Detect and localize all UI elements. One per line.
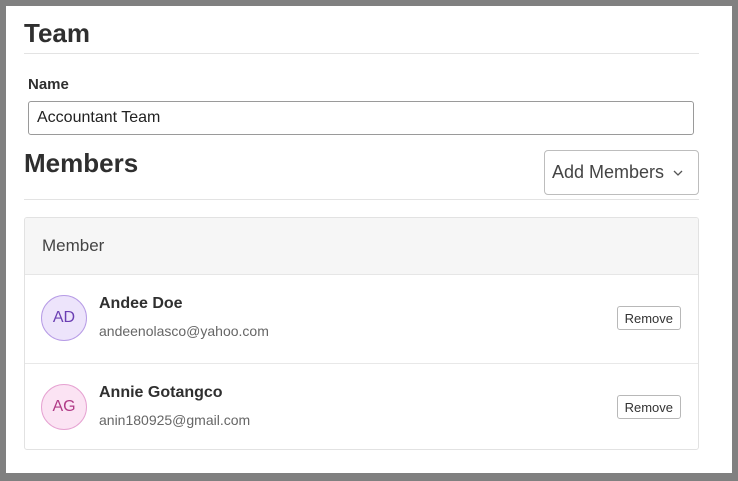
avatar: AG [41, 384, 87, 430]
avatar-initials: AD [52, 309, 76, 326]
avatar: AD [41, 295, 87, 341]
members-table: Member AD Andee Doe andeenolasco@yahoo.c… [24, 217, 699, 450]
member-name: Andee Doe [99, 295, 183, 312]
member-email: anin180925@gmail.com [99, 412, 251, 428]
divider [24, 199, 699, 200]
table-row: AG Annie Gotangco anin180925@gmail.com R… [25, 364, 698, 449]
table-row: AD Andee Doe andeenolasco@yahoo.com Remo… [25, 275, 698, 364]
members-heading: Members [24, 148, 139, 178]
remove-member-button[interactable]: Remove [616, 395, 681, 419]
avatar-initials: AG [52, 398, 76, 415]
team-form-panel: Team Name Members Add Members Member AD … [6, 6, 732, 473]
team-heading: Team [24, 18, 90, 48]
add-members-button[interactable]: Add Members [544, 150, 699, 195]
add-members-label: Add Members [552, 162, 665, 182]
chevron-down-icon [673, 170, 683, 176]
member-email: andeenolasco@yahoo.com [99, 323, 269, 339]
team-name-input[interactable] [28, 101, 694, 135]
name-label: Name [28, 76, 69, 93]
divider [24, 53, 699, 54]
remove-member-button[interactable]: Remove [616, 306, 681, 330]
table-header-member: Member [25, 218, 698, 275]
member-name: Annie Gotangco [99, 384, 223, 401]
